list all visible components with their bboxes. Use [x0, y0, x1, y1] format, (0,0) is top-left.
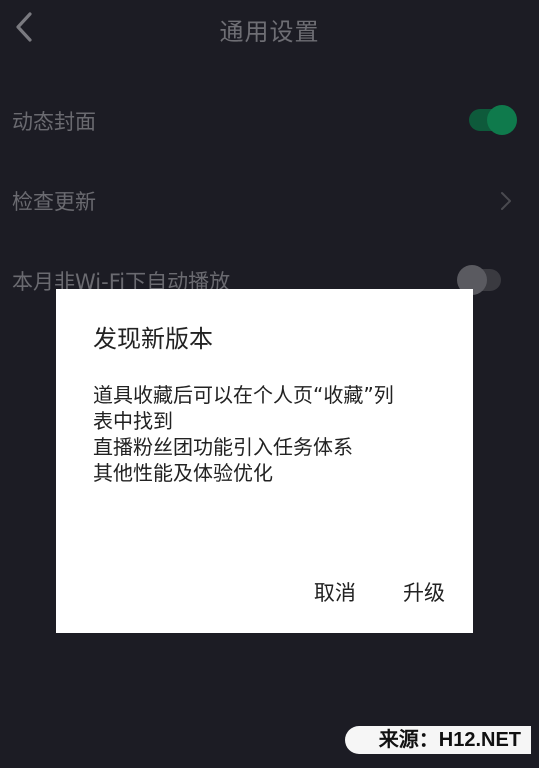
setting-dynamic-cover[interactable]: 动态封面 — [0, 92, 539, 148]
header: 通用设置 — [0, 0, 539, 56]
watermark: 来源：H12.NET — [344, 726, 531, 754]
toggle-knob — [487, 105, 517, 135]
cancel-button[interactable]: 取消 — [314, 577, 356, 607]
chevron-right-icon — [501, 192, 511, 210]
autoplay-toggle[interactable] — [457, 265, 501, 295]
setting-label: 检查更新 — [12, 190, 96, 214]
dialog-title: 发现新版本 — [93, 325, 213, 353]
setting-check-update[interactable]: 检查更新 — [0, 172, 539, 228]
dialog-body-line: 表中找到 — [93, 409, 173, 433]
update-dialog: 发现新版本 道具收藏后可以在个人页“收藏”列 表中找到 直播粉丝团功能引入任务体… — [56, 289, 473, 633]
setting-label: 动态封面 — [12, 110, 96, 134]
dialog-body-line: 道具收藏后可以在个人页“收藏”列 — [93, 383, 394, 407]
dynamic-cover-toggle[interactable] — [469, 105, 517, 135]
dialog-body-line: 其他性能及体验优化 — [93, 461, 273, 485]
page-title: 通用设置 — [219, 18, 320, 46]
dialog-body: 道具收藏后可以在个人页“收藏”列 表中找到 直播粉丝团功能引入任务体系 其他性能… — [93, 382, 443, 486]
dialog-body-line: 直播粉丝团功能引入任务体系 — [93, 435, 353, 459]
dialog-actions: 取消 升级 — [272, 577, 445, 607]
upgrade-button[interactable]: 升级 — [403, 577, 445, 607]
